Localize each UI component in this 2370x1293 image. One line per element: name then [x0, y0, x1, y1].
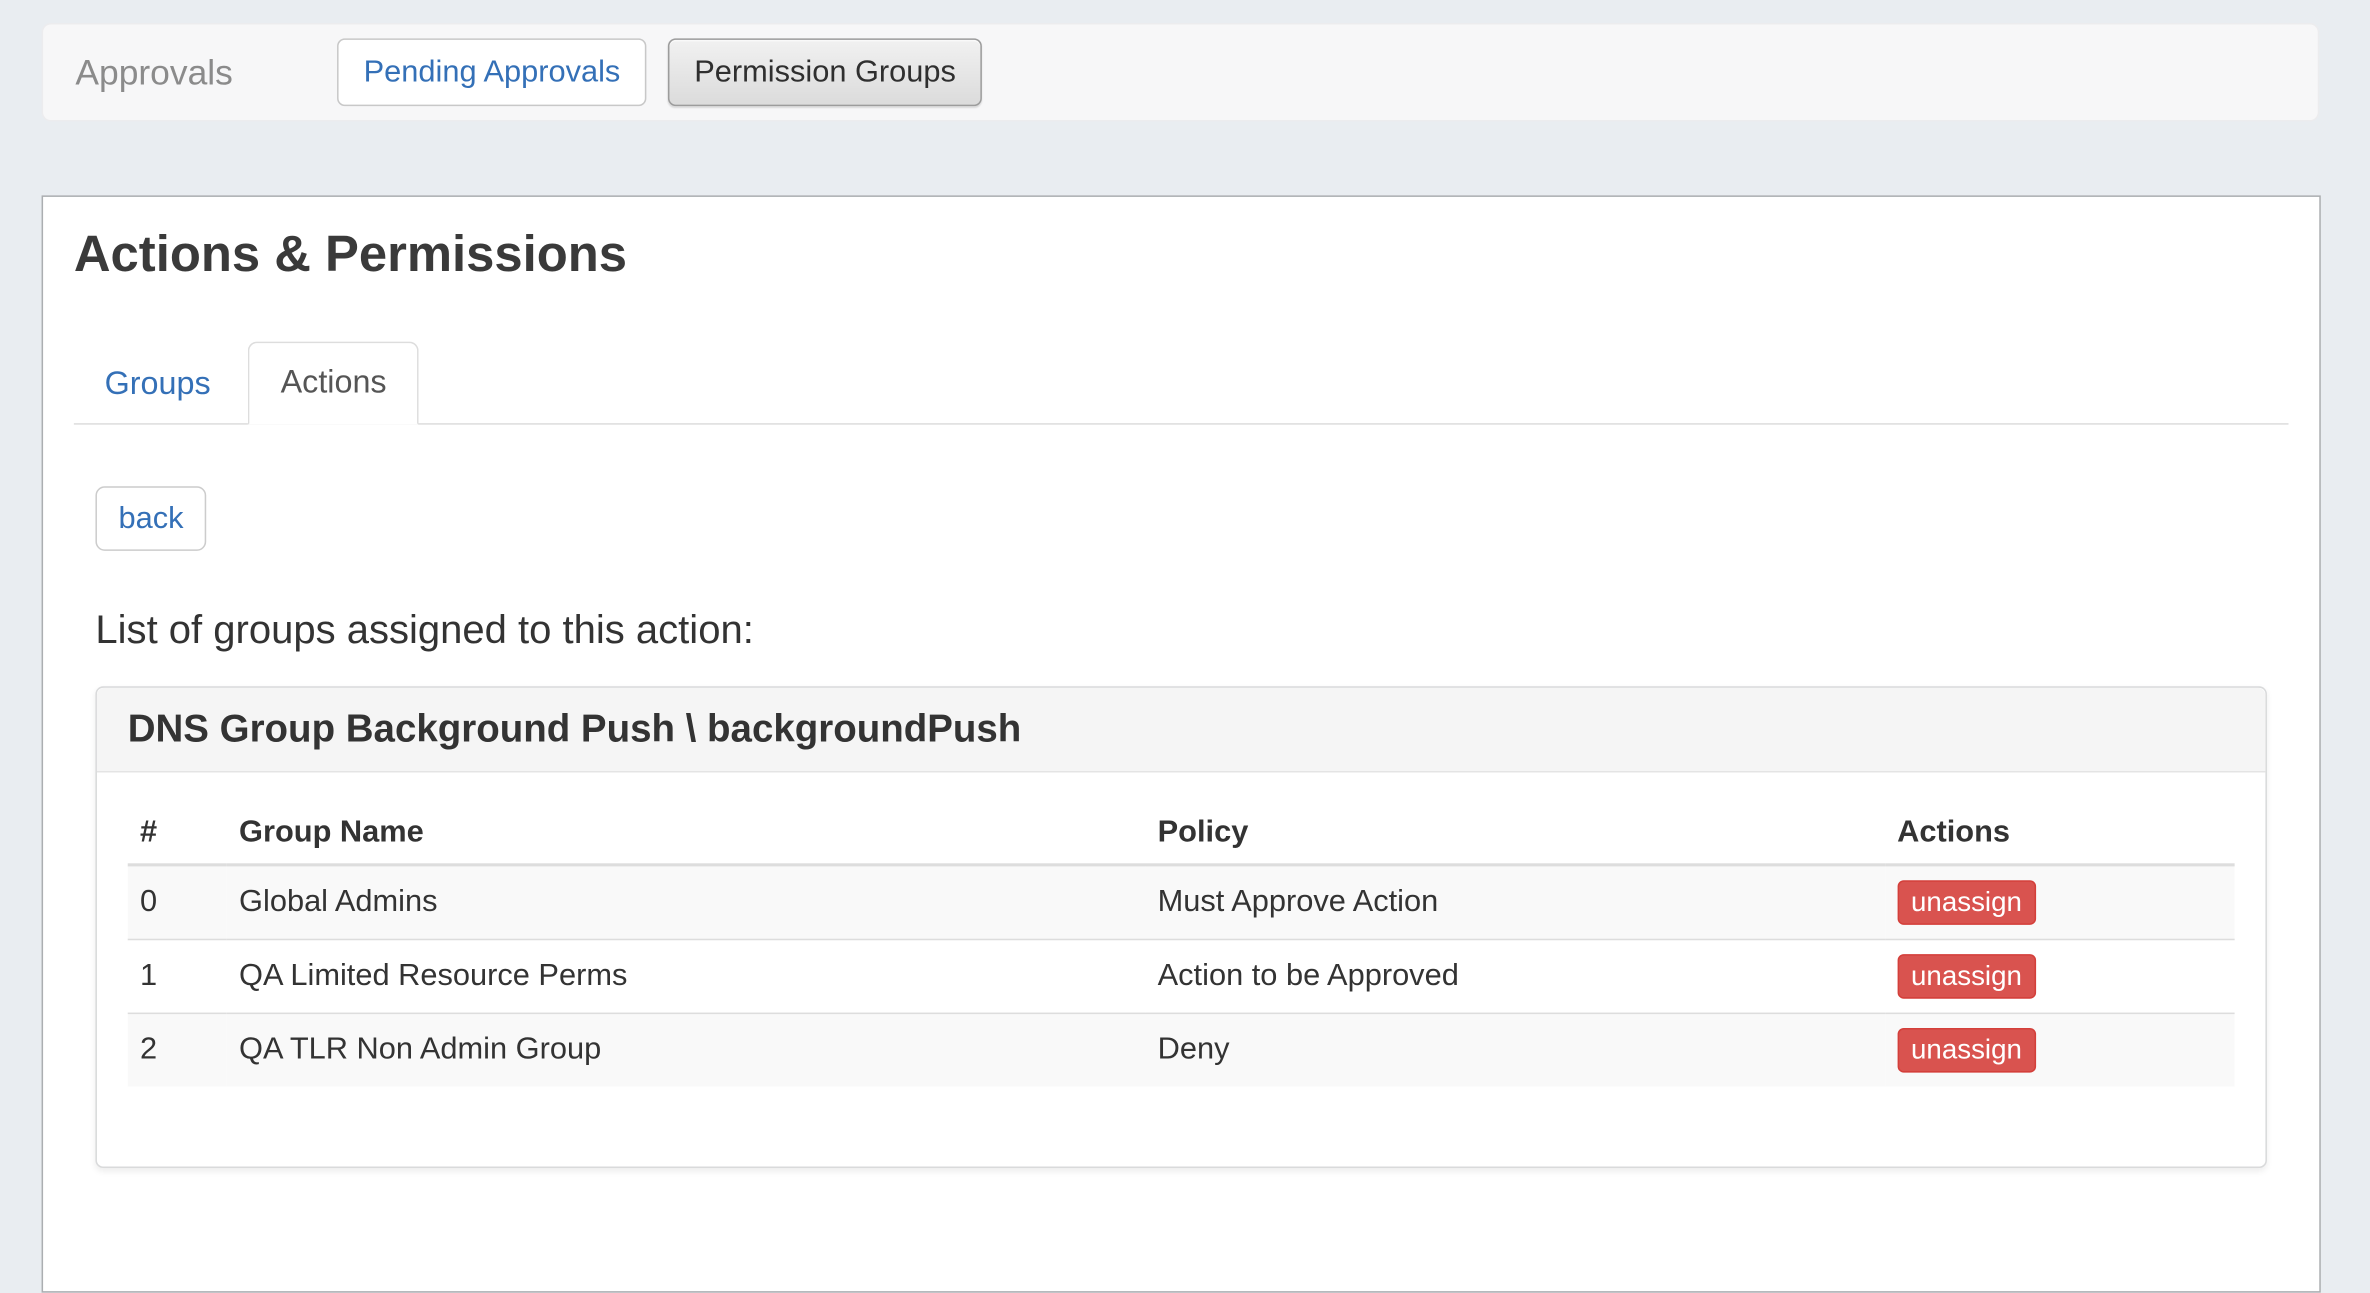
cell-policy: Action to be Approved — [1145, 939, 1885, 1013]
column-header-actions: Actions — [1885, 803, 2235, 865]
table-row: 0 Global Admins Must Approve Action unas… — [128, 865, 2235, 940]
pending-approvals-button[interactable]: Pending Approvals — [337, 38, 646, 106]
cell-policy: Must Approve Action — [1145, 865, 1885, 940]
unassign-button[interactable]: unassign — [1897, 880, 2036, 925]
tab-actions-link[interactable]: Actions — [248, 342, 419, 425]
tab-content: back List of groups assigned to this act… — [74, 425, 2289, 1168]
table-row: 1 QA Limited Resource Perms Action to be… — [128, 939, 2235, 1013]
cell-group-name: Global Admins — [227, 865, 1146, 940]
tab-groups-link[interactable]: Groups — [74, 345, 242, 425]
page: Approvals Pending Approvals Permission G… — [0, 23, 2370, 1256]
back-button[interactable]: back — [95, 486, 206, 551]
column-header-policy: Policy — [1145, 803, 1885, 865]
unassign-button[interactable]: unassign — [1897, 954, 2036, 999]
cell-actions: unassign — [1885, 865, 2235, 940]
cell-group-name: QA TLR Non Admin Group — [227, 1013, 1146, 1086]
tab-groups[interactable]: Groups — [74, 345, 242, 425]
table-header: # Group Name Policy Actions — [128, 803, 2235, 865]
action-group-panel: DNS Group Background Push \ backgroundPu… — [95, 686, 2267, 1168]
tab-actions[interactable]: Actions — [248, 342, 419, 425]
page-title: Actions & Permissions — [74, 222, 2289, 287]
unassign-button[interactable]: unassign — [1897, 1028, 2036, 1073]
assigned-groups-table: # Group Name Policy Actions 0 Global Adm… — [128, 803, 2235, 1086]
list-caption: List of groups assigned to this action: — [95, 606, 2267, 654]
column-header-index: # — [128, 803, 227, 865]
tab-bar: Groups Actions — [74, 342, 2289, 425]
action-group-panel-title: DNS Group Background Push \ backgroundPu… — [128, 708, 1022, 751]
brand-approvals: Approvals — [75, 51, 232, 93]
top-bar: Approvals Pending Approvals Permission G… — [42, 23, 2320, 121]
cell-index: 0 — [128, 865, 227, 940]
column-header-group-name: Group Name — [227, 803, 1146, 865]
cell-policy: Deny — [1145, 1013, 1885, 1086]
action-group-panel-body: # Group Name Policy Actions 0 Global Adm… — [97, 772, 2265, 1166]
table-row: 2 QA TLR Non Admin Group Deny unassign — [128, 1013, 2235, 1086]
cell-index: 1 — [128, 939, 227, 1013]
permission-groups-button[interactable]: Permission Groups — [668, 38, 982, 106]
actions-permissions-panel: Actions & Permissions Groups Actions bac… — [42, 195, 2321, 1292]
cell-actions: unassign — [1885, 1013, 2235, 1086]
action-group-panel-header: DNS Group Background Push \ backgroundPu… — [97, 688, 2265, 773]
cell-actions: unassign — [1885, 939, 2235, 1013]
cell-index: 2 — [128, 1013, 227, 1086]
cell-group-name: QA Limited Resource Perms — [227, 939, 1146, 1013]
